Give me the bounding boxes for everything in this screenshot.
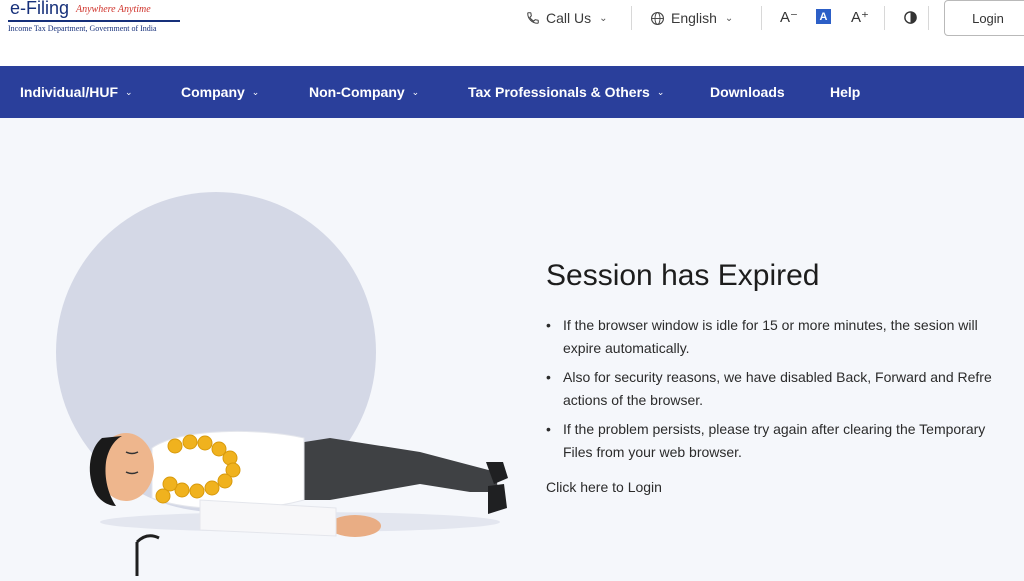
globe-icon bbox=[650, 11, 665, 26]
nav-item-company[interactable]: Company ⌄ bbox=[181, 66, 259, 118]
divider bbox=[631, 6, 632, 30]
bullet: • bbox=[546, 369, 551, 385]
chevron-down-icon: ⌄ bbox=[125, 86, 133, 97]
nav-item-label: Downloads bbox=[710, 84, 785, 100]
nav-item-help[interactable]: Help bbox=[830, 66, 860, 118]
chevron-down-icon: ⌄ bbox=[656, 86, 665, 97]
walking-stick-handle bbox=[135, 534, 160, 544]
divider bbox=[928, 6, 929, 30]
divider bbox=[884, 6, 885, 30]
nav-item-downloads[interactable]: Downloads bbox=[710, 66, 785, 118]
language-dropdown[interactable]: English ⌄ bbox=[650, 0, 733, 36]
bullet: • bbox=[546, 317, 551, 333]
man-trousers bbox=[298, 438, 498, 500]
logo-main-text: e-Filing bbox=[10, 0, 70, 18]
nav-item-label: Help bbox=[830, 84, 861, 100]
nav-item-label: Company bbox=[181, 84, 245, 100]
chevron-down-icon: ⌄ bbox=[599, 12, 608, 24]
nav-item-tax-professionals[interactable]: Tax Professionals & Others ⌄ bbox=[468, 66, 664, 118]
nav-item-individual-huf[interactable]: Individual/HUF ⌄ bbox=[20, 66, 133, 118]
call-us-label: Call Us bbox=[546, 10, 592, 26]
efiling-logo[interactable]: e-Filing Anywhere Anytime Income Tax Dep… bbox=[8, 0, 208, 40]
contrast-icon[interactable] bbox=[903, 10, 918, 30]
list-item-text: Also for security reasons, we have disab… bbox=[563, 369, 992, 385]
main-nav: Individual/HUF ⌄ Company ⌄ Non-Company ⌄… bbox=[0, 66, 1024, 118]
sleeping-man-illustration bbox=[0, 118, 540, 576]
font-decrease-button[interactable]: A⁻ bbox=[780, 8, 798, 26]
list-item: • If the browser window is idle for 15 o… bbox=[546, 314, 1024, 360]
list-item: • If the problem persists, please try ag… bbox=[546, 418, 1024, 464]
logo-divider bbox=[8, 20, 180, 22]
list-item-text: Files from your web browser. bbox=[563, 444, 742, 460]
list-item-text: If the problem persists, please try agai… bbox=[563, 421, 986, 437]
list-item: • Also for security reasons, we have dis… bbox=[546, 366, 1024, 412]
expiry-reasons-list: • If the browser window is idle for 15 o… bbox=[546, 314, 1024, 470]
chevron-down-icon: ⌄ bbox=[411, 86, 420, 97]
man-hand bbox=[329, 515, 381, 537]
login-button[interactable]: Login bbox=[944, 0, 1024, 36]
nav-item-label: Non-Company bbox=[309, 84, 405, 100]
list-item-text: If the browser window is idle for 15 or … bbox=[563, 317, 978, 333]
nav-item-non-company[interactable]: Non-Company ⌄ bbox=[309, 66, 419, 118]
language-label: English bbox=[671, 10, 717, 26]
chevron-down-icon: ⌄ bbox=[251, 86, 260, 97]
divider bbox=[761, 6, 762, 30]
phone-icon bbox=[526, 11, 540, 25]
man-sleeve bbox=[199, 499, 337, 537]
nav-item-label: Tax Professionals & Others bbox=[468, 84, 650, 100]
logo-tagline: Anywhere Anytime bbox=[76, 4, 151, 15]
font-default-button[interactable]: A bbox=[816, 9, 831, 24]
login-link[interactable]: Click here to Login bbox=[546, 479, 662, 495]
nav-item-label: Individual/HUF bbox=[20, 84, 118, 100]
font-increase-button[interactable]: A⁺ bbox=[851, 8, 869, 26]
chevron-down-icon: ⌄ bbox=[724, 12, 734, 24]
call-us-dropdown[interactable]: Call Us ⌄ bbox=[526, 0, 608, 36]
list-item-text: expire automatically. bbox=[563, 340, 690, 356]
top-header: e-Filing Anywhere Anytime Income Tax Dep… bbox=[0, 0, 1024, 66]
logo-subtitle: Income Tax Department, Government of Ind… bbox=[8, 24, 157, 33]
page-title: Session has Expired bbox=[546, 259, 820, 292]
man-shoe bbox=[488, 484, 507, 514]
bullet: • bbox=[546, 421, 551, 437]
list-item-text: actions of the browser. bbox=[563, 392, 704, 408]
